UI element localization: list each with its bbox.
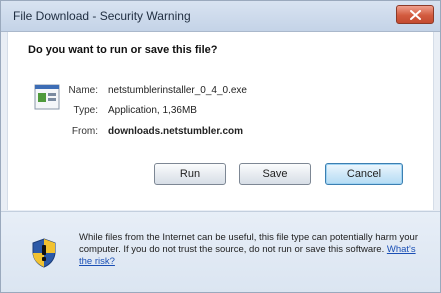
run-button[interactable]: Run (154, 163, 226, 185)
warning-text: While files from the Internet can be use… (79, 232, 418, 255)
file-type-value: Application, 1,36MB (108, 105, 197, 116)
dialog-content: Do you want to run or save this file? Na… (7, 32, 434, 210)
security-warning-footer: While files from the Internet can be use… (1, 211, 440, 292)
close-icon (410, 10, 421, 20)
file-source-value: downloads.netstumbler.com (108, 126, 244, 137)
type-label: Type: (73, 105, 98, 116)
title-bar[interactable]: File Download - Security Warning (1, 1, 440, 32)
name-label: Name: (68, 85, 98, 96)
from-label: From: (71, 126, 98, 137)
security-shield-icon (32, 238, 56, 268)
window-title: File Download - Security Warning (13, 9, 191, 23)
cancel-button[interactable]: Cancel (325, 163, 403, 185)
security-warning-message: While files from the Internet can be use… (79, 232, 424, 268)
file-download-dialog: File Download - Security Warning Do you … (0, 0, 441, 293)
file-name-value: netstumblerinstaller_0_4_0.exe (108, 85, 247, 96)
save-button[interactable]: Save (239, 163, 311, 185)
close-button[interactable] (396, 5, 434, 24)
dialog-question: Do you want to run or save this file? (28, 44, 218, 56)
